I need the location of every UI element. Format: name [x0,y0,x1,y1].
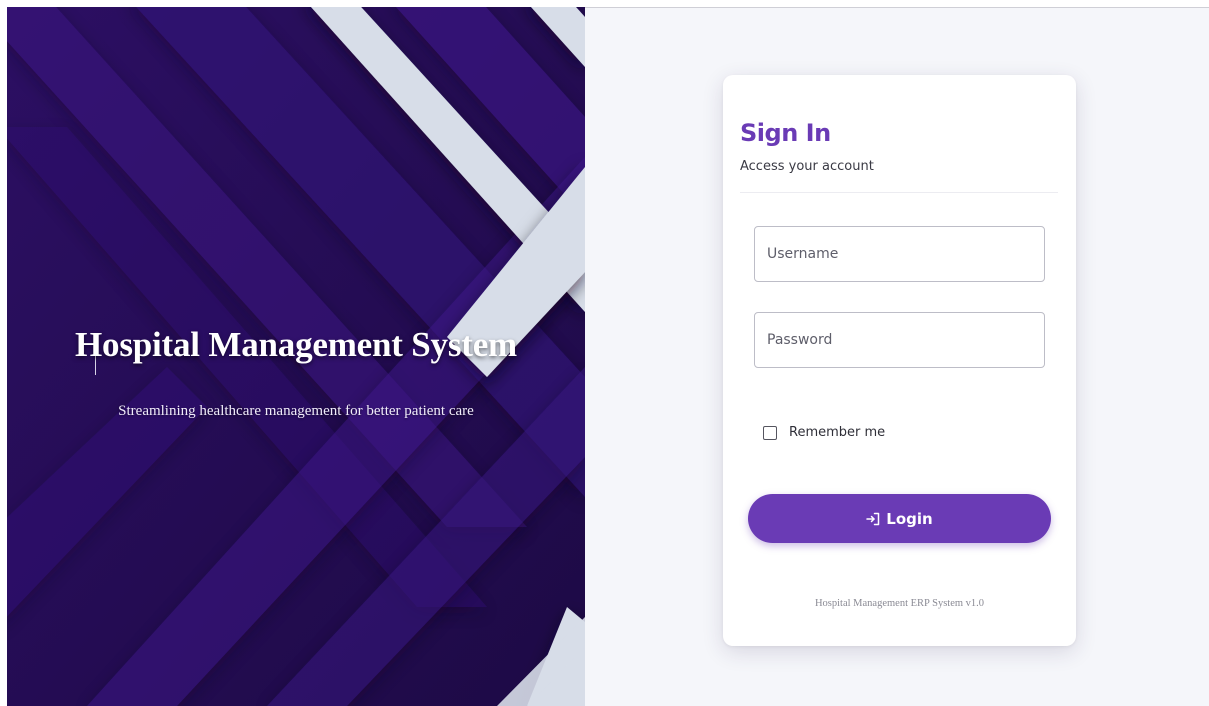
hero-title: Hospital Management System [75,325,517,364]
login-icon [866,512,880,526]
card-divider [740,192,1058,193]
username-input[interactable] [754,226,1045,282]
password-input[interactable] [754,312,1045,368]
hero-panel: Hospital Management System Streamlining … [7,7,585,706]
login-card: Sign In Access your account Remember me … [723,75,1076,646]
login-button[interactable]: Login [748,494,1051,543]
hero-subtitle: Streamlining healthcare management for b… [118,403,474,419]
remember-me-row[interactable]: Remember me [763,425,885,440]
remember-me-checkbox[interactable] [763,425,777,440]
version-footer: Hospital Management ERP System v1.0 [814,598,985,609]
login-screen: Hospital Management System Streamlining … [0,0,1209,706]
login-subtitle: Access your account [740,159,874,174]
remember-me-label[interactable]: Remember me [789,425,885,440]
login-title: Sign In [740,119,831,147]
login-button-label: Login [886,509,933,528]
